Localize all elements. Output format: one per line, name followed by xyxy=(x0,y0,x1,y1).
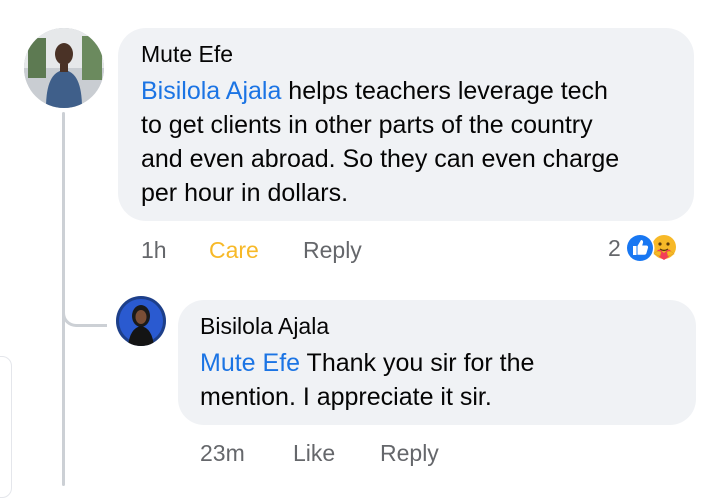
comment-text-line: and even abroad. So they can even charge xyxy=(141,145,620,173)
like-button[interactable]: Like xyxy=(293,440,335,467)
profile-photo-icon xyxy=(116,296,166,346)
profile-photo-icon xyxy=(24,28,104,108)
reply-connector-line xyxy=(62,296,107,327)
comment-text-line: per hour in dollars. xyxy=(141,179,349,207)
reply-text-line: Thank you sir for the xyxy=(300,349,535,377)
avatar-mute-efe[interactable] xyxy=(24,28,104,108)
reply-text-line: mention. I appreciate it sir. xyxy=(200,383,492,411)
comment-text: Bisilola Ajala helps teachers leverage t… xyxy=(141,74,681,210)
comment-text-line: to get clients in other parts of the cou… xyxy=(141,111,593,139)
reaction-summary[interactable]: 2 xyxy=(608,230,679,266)
care-reaction-button[interactable]: Care xyxy=(209,237,259,264)
mention-link[interactable]: Mute Efe xyxy=(200,349,300,377)
comment-text-line: helps teachers leverage tech xyxy=(281,77,608,105)
like-icon xyxy=(625,233,655,263)
reply-timestamp[interactable]: 23m xyxy=(200,440,245,467)
comment-author-name[interactable]: Mute Efe xyxy=(141,41,233,68)
reply-author-name[interactable]: Bisilola Ajala xyxy=(200,313,329,340)
reply-text: Mute Efe Thank you sir for the mention. I… xyxy=(200,346,680,414)
adjacent-card-edge xyxy=(0,356,12,498)
avatar-bisilola-ajala[interactable] xyxy=(116,296,166,346)
reply-button[interactable]: Reply xyxy=(303,237,362,264)
comment-timestamp[interactable]: 1h xyxy=(141,237,167,264)
reply-button[interactable]: Reply xyxy=(380,440,439,467)
reaction-count: 2 xyxy=(608,234,621,261)
mention-link[interactable]: Bisilola Ajala xyxy=(141,77,281,105)
